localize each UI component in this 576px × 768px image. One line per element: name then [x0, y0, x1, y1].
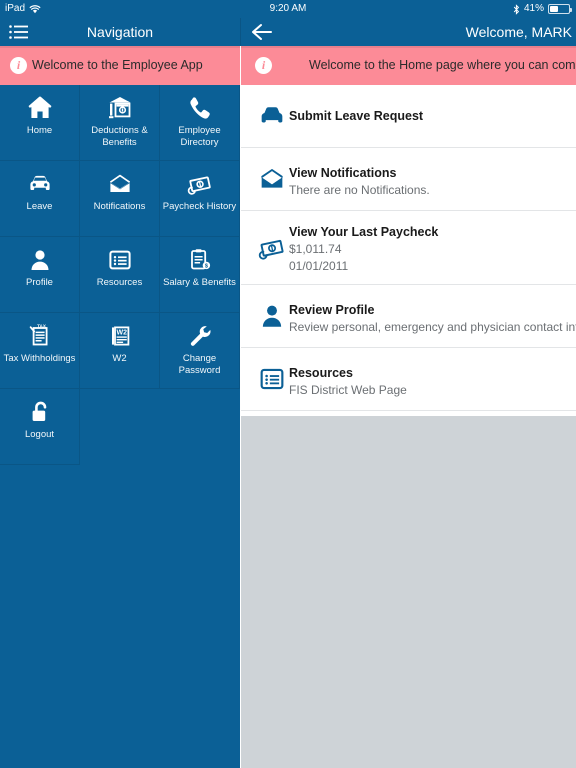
nav-tile-leave[interactable]: Leave [0, 161, 80, 237]
nav-tile-salary-benefits[interactable]: $ Salary & Benefits [160, 237, 240, 313]
banner-home-page[interactable]: i Welcome to the Home page where you can… [241, 46, 576, 85]
list-item-body: View Your Last Paycheck $1,011.74 01/01/20… [289, 211, 576, 284]
nav-tile-w2[interactable]: W2 W2 [80, 313, 160, 389]
page-title-welcome: Welcome, MARK [465, 24, 572, 40]
clipboard-dollar-icon: $ [160, 246, 239, 274]
banner-employee-app[interactable]: i Welcome to the Employee App [0, 46, 240, 85]
home-list: Submit Leave Request View Notifications Th… [241, 85, 576, 411]
list-item-title: Review Profile [289, 303, 375, 317]
open-padlock-icon [0, 398, 79, 426]
person-icon [0, 246, 79, 274]
list-item-subtitle: Review personal, emergency and physician… [289, 320, 576, 334]
envelope-icon [80, 170, 159, 198]
nav-tile-tax-withholdings[interactable]: TAX Tax Withholdings [0, 313, 80, 389]
navigation-bar-right: Welcome, MARK [241, 18, 576, 46]
list-item-body: Resources FIS District Web Page [289, 348, 576, 410]
nav-tile-label: Employee Directory [178, 125, 221, 148]
list-item-title: Resources [289, 366, 353, 380]
list-item-subtitle: There are no Notifications. [289, 183, 430, 197]
list-item[interactable]: Review Profile Review personal, emergency… [241, 285, 576, 348]
nav-tile-label: Salary & Benefits [163, 277, 236, 288]
nav-tile-label: Deductions & Benefits [91, 125, 148, 148]
list-item[interactable]: View Your Last Paycheck $1,011.74 01/01/20… [241, 211, 576, 285]
nav-tile-deductions-benefits[interactable]: Deductions & Benefits [80, 85, 160, 161]
list-item-title: View Notifications [289, 166, 397, 180]
nav-tile-label: Home [26, 125, 53, 136]
list-item[interactable]: View Notifications There are no Notificat… [241, 148, 576, 211]
nav-tile-label: Resources [96, 277, 143, 288]
back-arrow-icon[interactable] [249, 22, 275, 42]
page-title-navigation: Navigation [86, 24, 154, 40]
list-item-detail: 01/01/2011 [289, 259, 349, 273]
list-item-title: View Your Last Paycheck [289, 225, 439, 239]
status-bar: iPad 9:20 AM 41% [0, 0, 576, 18]
wrench-icon [160, 322, 239, 350]
navigation-grid: Home Deductions & Benefits Employee Direct… [0, 85, 240, 768]
nav-tile-home[interactable]: Home [0, 85, 80, 161]
phone-icon [160, 94, 239, 122]
nav-tile-employee-directory[interactable]: Employee Directory [160, 85, 240, 161]
list-item-subtitle: $1,011.74 [289, 242, 342, 256]
bank-icon [80, 94, 159, 122]
list-item-title: Submit Leave Request [289, 109, 424, 123]
nav-tile-resources[interactable]: Resources [80, 237, 160, 313]
nav-tile-notifications[interactable]: Notifications [80, 161, 160, 237]
battery-icon [548, 4, 572, 14]
list-card-icon [80, 246, 159, 274]
info-icon: i [255, 57, 272, 74]
svg-text:W2: W2 [116, 330, 127, 337]
nav-tile-label: Tax Withholdings [3, 353, 76, 364]
navigation-bar-left: Navigation [0, 18, 240, 46]
list-item-subtitle: FIS District Web Page [289, 383, 407, 397]
empty-area [241, 416, 576, 768]
svg-text:TAX: TAX [37, 323, 47, 328]
nav-tile-label: W2 [112, 353, 127, 364]
list-item-body: Submit Leave Request [289, 85, 576, 147]
w2-document-icon: W2 [80, 322, 159, 350]
nav-tile-paycheck-history[interactable]: Paycheck History [160, 161, 240, 237]
nav-tile-label: Profile [26, 277, 53, 288]
nav-tile-label: Leave [26, 201, 53, 212]
info-icon: i [10, 57, 27, 74]
svg-text:$: $ [204, 264, 207, 270]
money-icon [160, 170, 239, 198]
tax-form-icon: TAX [0, 322, 79, 350]
list-item-body: View Notifications There are no Notificat… [289, 148, 576, 210]
car-icon [0, 170, 79, 198]
list-item-body: Review Profile Review personal, emergency… [289, 285, 576, 347]
list-item[interactable]: Resources FIS District Web Page [241, 348, 576, 411]
banner-right-text: Welcome to the Home page where you can c… [309, 58, 576, 72]
nav-tile-logout[interactable]: Logout [0, 389, 80, 465]
nav-tile-label: Change Password [178, 353, 221, 376]
status-bar-time: 9:20 AM [269, 3, 307, 14]
nav-tile-label: Notifications [93, 201, 146, 212]
nav-tile-label: Logout [24, 429, 55, 440]
nav-tile-label: Paycheck History [162, 201, 237, 212]
nav-tile-profile[interactable]: Profile [0, 237, 80, 313]
list-item[interactable]: Submit Leave Request [241, 85, 576, 148]
battery-percent-label: 41% [523, 3, 544, 14]
app-root: iPad 9:20 AM 41% Navigation Welcome, MAR… [0, 0, 576, 768]
bluetooth-icon [513, 3, 520, 15]
nav-tile-change-password[interactable]: Change Password [160, 313, 240, 389]
status-bar-right: 41% [513, 0, 572, 18]
banner-left-text: Welcome to the Employee App [32, 58, 203, 72]
home-icon [0, 94, 79, 122]
